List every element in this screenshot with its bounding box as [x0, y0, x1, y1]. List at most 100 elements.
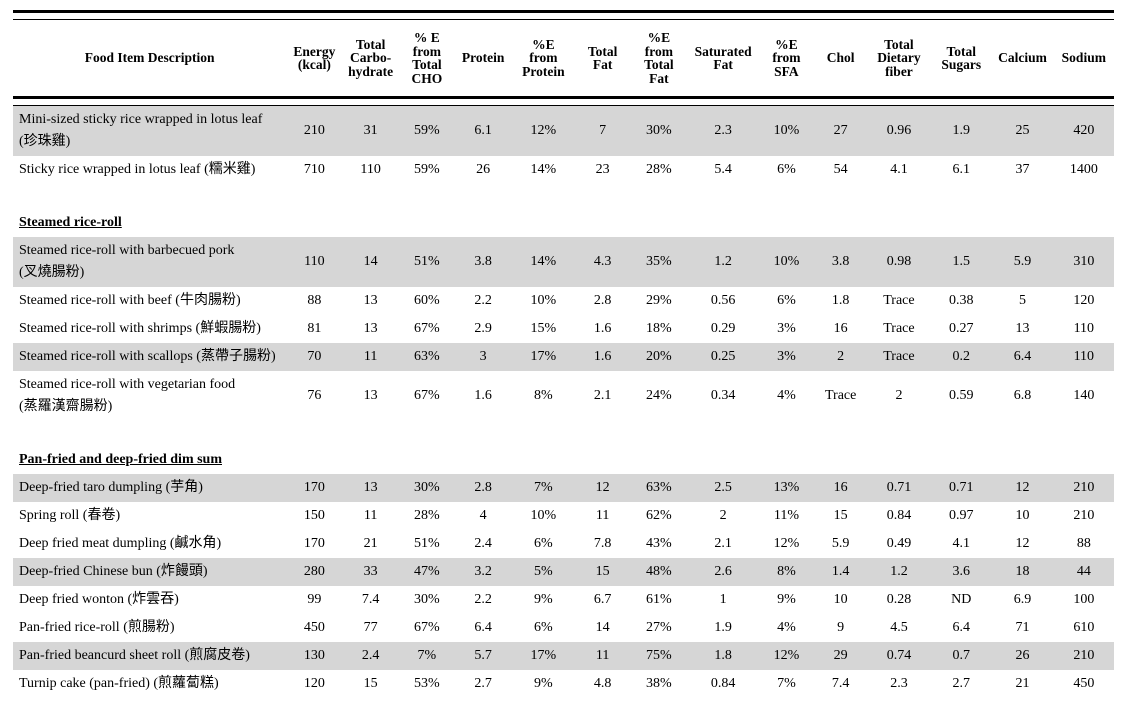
food-name-chinese: (炸雲吞) [127, 592, 179, 607]
cell-protein: 2.7 [474, 676, 492, 691]
cell-pe_protein: 17% [511, 642, 576, 670]
cell-chol: 15 [833, 508, 848, 523]
cell-fat: 1.6 [593, 321, 612, 336]
cell-chol: 54 [833, 162, 848, 177]
cell-pe_protein: 5% [511, 558, 576, 586]
food-name-chinese: (珍珠雞) [19, 134, 71, 149]
column-header-fat: Total Fat [587, 43, 618, 72]
cell-satfat: 0.84 [710, 676, 736, 691]
cell-sodium: 140 [1073, 388, 1095, 403]
cell-sodium: 210 [1073, 508, 1095, 523]
cell-pe_protein: 6% [534, 536, 553, 551]
cell-chol: 10 [833, 592, 848, 607]
cell-fat: 1.6 [575, 343, 630, 371]
cell-fat: 2.8 [593, 293, 612, 308]
cell-protein: 4 [479, 508, 487, 523]
cell-protein: 3.2 [454, 558, 512, 586]
cell-pe_protein: 9% [534, 592, 553, 607]
cell-sodium: 450 [1073, 676, 1095, 691]
cell-protein: 5.7 [454, 642, 512, 670]
nutrition-table: Food Item Description Energy (kcal) Total Ca… [13, 10, 1114, 698]
table-row: Turnip cake (pan-fried) (煎蘿蔔糕) 120 15 53% 2.… [13, 670, 1114, 698]
cell-sugars: 0.27 [948, 321, 974, 336]
cell-pe_sfa: 8% [758, 558, 815, 586]
cell-protein: 2.2 [474, 592, 492, 607]
table-row: Steamed rice-roll with scallops (蒸帶子腸粉) 7… [13, 343, 1114, 371]
cell-calcium: 25 [991, 105, 1054, 156]
section-header-row: Pan-fried and deep-fried dim sum [13, 447, 1114, 474]
cell-sodium: 110 [1053, 343, 1114, 371]
cell-protein: 3 [454, 343, 512, 371]
cell-energy: 150 [303, 508, 325, 523]
cell-pe_protein: 9% [534, 676, 553, 691]
cell-chol: 1.4 [814, 558, 867, 586]
column-header-pe_sfa: %E from SFA [772, 36, 801, 79]
cell-calcium: 6.9 [1013, 592, 1032, 607]
cell-energy: 170 [286, 474, 343, 502]
cell-fiber: 4.1 [890, 162, 908, 177]
cell-pe_sfa: 11% [773, 508, 800, 523]
food-name-english: Steamed rice-roll with barbecued pork [19, 243, 235, 258]
cell-pe_cho: 67% [414, 388, 440, 403]
cell-pe_sfa: 4% [777, 388, 796, 403]
cell-calcium: 21 [1015, 676, 1030, 691]
food-name-chinese: (芋角) [165, 480, 203, 495]
cell-sugars: 0.59 [948, 388, 974, 403]
cell-chol: 7.4 [831, 676, 850, 691]
cell-energy: 130 [286, 642, 343, 670]
cell-energy: 170 [303, 536, 325, 551]
food-name-english: Sticky rice wrapped in lotus leaf [19, 162, 201, 177]
food-item-description: Pan-fried rice-roll (煎腸粉) [13, 614, 286, 642]
table-row: Pan-fried beancurd sheet roll (煎腐皮卷) 130 2… [13, 642, 1114, 670]
cell-fat: 6.7 [593, 592, 612, 607]
cell-calcium: 12 [991, 474, 1054, 502]
cell-chol: Trace [824, 388, 857, 403]
cell-satfat: 2.6 [688, 558, 759, 586]
food-item-description: Turnip cake (pan-fried) (煎蘿蔔糕) [13, 670, 286, 698]
cell-satfat: 2 [719, 508, 727, 523]
cell-sugars: 1.5 [931, 237, 992, 287]
table-row: Steamed rice-roll with shrimps (鮮蝦腸粉) 81 1… [13, 315, 1114, 343]
cell-satfat: 1.8 [688, 642, 759, 670]
cell-sugars: 6.4 [952, 620, 970, 635]
food-name-chinese: (春卷) [82, 508, 121, 523]
cell-satfat: 1 [719, 592, 727, 607]
food-name-chinese: (蒸帶子腸粉) [196, 349, 276, 364]
food-name-english: Steamed rice-roll with vegetarian food [19, 377, 236, 392]
cell-pe_protein: 10% [530, 508, 557, 523]
cell-fat: 23 [595, 162, 610, 177]
cell-chol: 29 [814, 642, 867, 670]
cell-pe_cho: 53% [414, 676, 440, 691]
cell-fat: 7.8 [593, 536, 612, 551]
cell-pe_sfa: 9% [777, 592, 796, 607]
cell-fat: 14 [595, 620, 610, 635]
cell-pe_cho: 63% [398, 343, 455, 371]
cell-fat: 12 [575, 474, 630, 502]
cell-fat: 11 [595, 508, 610, 523]
cell-sodium: 44 [1053, 558, 1114, 586]
section-header-row: Steamed rice-roll [13, 210, 1114, 237]
table-header: Food Item Description Energy (kcal) Total Ca… [13, 10, 1114, 106]
column-header-fiber: Total Dietary fiber [877, 36, 921, 79]
cell-carb: 15 [363, 676, 378, 691]
food-item-description: Deep fried wonton (炸雲吞) [13, 586, 286, 614]
cell-protein: 2.8 [454, 474, 512, 502]
food-name-english: Deep-fried taro dumpling [19, 480, 163, 495]
cell-fiber: 1.2 [866, 558, 932, 586]
cell-sugars: 0.2 [931, 343, 992, 371]
food-name-english: Spring roll [19, 508, 80, 523]
cell-pe_fat: 63% [629, 474, 688, 502]
cell-pe_cho: 7% [398, 642, 455, 670]
cell-carb: 14 [342, 237, 399, 287]
cell-pe_fat: 28% [646, 162, 672, 177]
cell-pe_cho: 51% [414, 536, 440, 551]
cell-carb: 31 [342, 105, 399, 156]
top-double-rule [13, 10, 1114, 20]
cell-pe_sfa: 3% [758, 343, 815, 371]
column-header-satfat: Saturated Fat [694, 43, 752, 72]
food-name-chinese: (煎腸粉) [123, 620, 175, 635]
cell-carb: 13 [363, 293, 378, 308]
column-header-energy: Energy (kcal) [293, 43, 336, 72]
section-label: Pan-fried and deep-fried dim sum [19, 452, 222, 467]
cell-carb: 13 [342, 474, 399, 502]
